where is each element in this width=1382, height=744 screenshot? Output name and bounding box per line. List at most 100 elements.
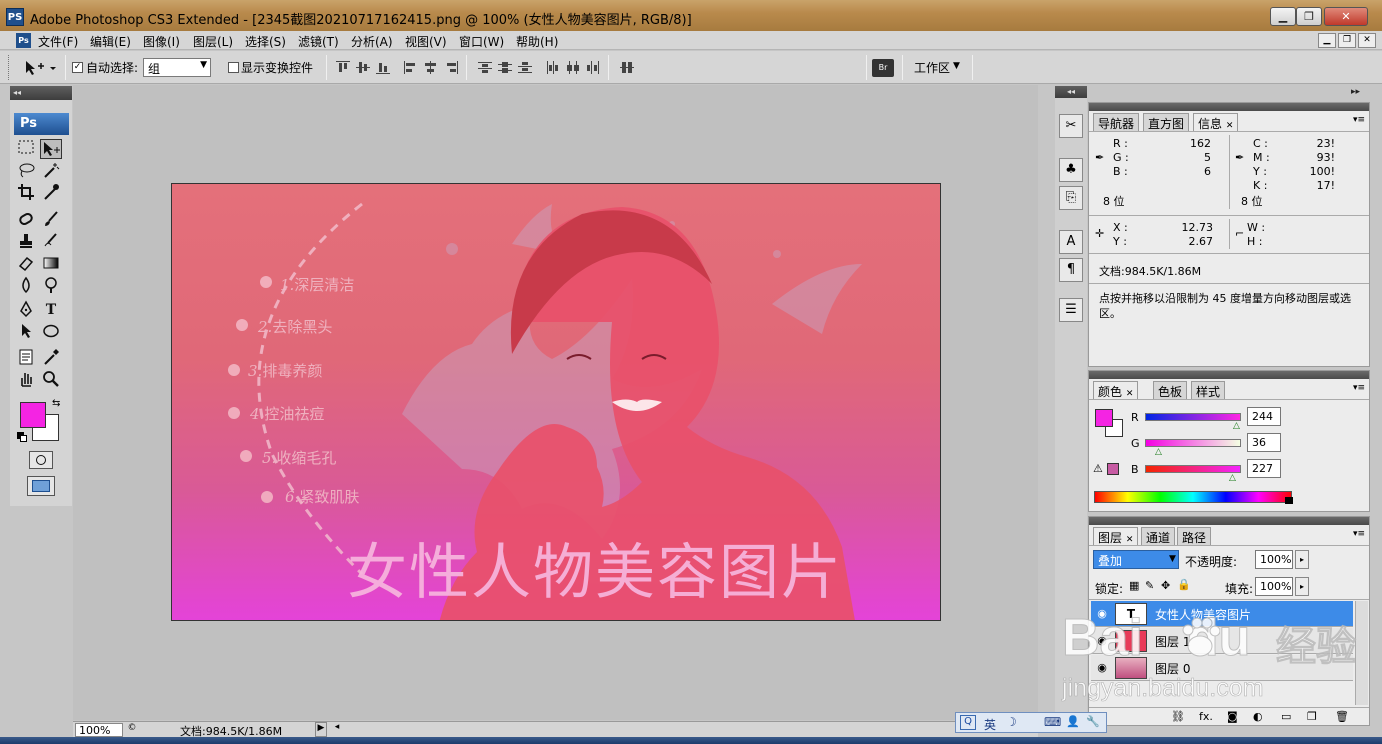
tab-channels[interactable]: 通道 — [1141, 527, 1176, 545]
photoshop-logo[interactable]: Ps — [14, 113, 69, 135]
color-g-input[interactable]: 36 — [1247, 433, 1281, 452]
color-b-slider[interactable] — [1145, 465, 1241, 473]
menu-analysis[interactable]: 分析(A) — [351, 33, 393, 50]
tab-swatches[interactable]: 色板 — [1153, 381, 1188, 399]
brushes-icon[interactable]: ♣ — [1059, 158, 1083, 182]
lock-position-icon[interactable]: ✥ — [1161, 579, 1170, 592]
panel-menu-icon[interactable]: ▾≡ — [1353, 383, 1365, 393]
windows-taskbar[interactable] — [0, 737, 1382, 744]
screen-mode-icon[interactable] — [27, 476, 55, 496]
lock-transparency-icon[interactable]: ▦ — [1129, 579, 1139, 592]
menu-filter[interactable]: 滤镜(T) — [298, 33, 339, 50]
color-b-input[interactable]: 227 — [1247, 459, 1281, 478]
slider-thumb-b[interactable]: △ — [1229, 473, 1236, 483]
ime-user-icon[interactable]: 👤 — [1066, 715, 1080, 728]
menu-image[interactable]: 图像(I) — [143, 33, 180, 50]
magic-wand-tool-icon[interactable] — [40, 161, 62, 181]
align-hcenter-icon[interactable] — [424, 61, 438, 74]
color-fg-swatch[interactable] — [1095, 409, 1113, 427]
paragraph-icon[interactable]: ¶ — [1059, 258, 1083, 282]
crop-tool-icon[interactable] — [15, 183, 37, 203]
panel-menu-icon[interactable]: ▾≡ — [1353, 529, 1365, 539]
align-right-icon[interactable] — [444, 61, 458, 74]
panel-collapse-icon[interactable]: ▸▸ — [1351, 87, 1360, 97]
menu-window[interactable]: 窗口(W) — [459, 33, 504, 50]
options-grip[interactable] — [8, 55, 12, 80]
fill-arrow-icon[interactable]: ▸ — [1295, 577, 1309, 596]
menu-file[interactable]: 文件(F) — [38, 33, 78, 50]
visibility-eye-icon[interactable]: ◉ — [1094, 660, 1110, 676]
auto-select-dropdown[interactable]: 组 ▼ — [143, 58, 211, 77]
add-mask-icon[interactable]: ◙ — [1227, 710, 1238, 723]
align-left-icon[interactable] — [404, 61, 418, 74]
layer-row[interactable]: ◉ 图层 1 — [1091, 628, 1353, 654]
menu-edit[interactable]: 编辑(E) — [90, 33, 131, 50]
blur-tool-icon[interactable] — [15, 276, 37, 296]
doc-minimize-button[interactable]: ▁ — [1318, 33, 1336, 48]
opacity-arrow-icon[interactable]: ▸ — [1295, 550, 1309, 569]
zoom-field[interactable]: 100% — [75, 723, 123, 737]
link-layers-icon[interactable]: ⛓ — [1171, 710, 1185, 723]
menu-help[interactable]: 帮助(H) — [516, 33, 558, 50]
default-colors-icon[interactable] — [17, 432, 27, 442]
blend-mode-dropdown[interactable]: 叠加 — [1093, 550, 1179, 569]
dodge-tool-icon[interactable] — [40, 276, 62, 296]
quick-mask-icon[interactable] — [29, 451, 53, 469]
tools-panel-header[interactable]: ◂◂ — [10, 86, 72, 100]
eyedropper-icon[interactable]: ✒ — [1235, 151, 1244, 164]
new-group-icon[interactable]: ▭ — [1281, 710, 1291, 723]
eraser-tool-icon[interactable] — [15, 254, 37, 274]
distribute-vcenter-icon[interactable] — [498, 61, 512, 74]
tab-color[interactable]: 颜色 ✕ — [1093, 381, 1139, 399]
restore-button[interactable]: ❐ — [1296, 7, 1322, 26]
close-button[interactable]: ✕ — [1324, 7, 1368, 26]
distribute-left-icon[interactable] — [546, 61, 560, 74]
ime-settings-icon[interactable]: 🔧 — [1086, 715, 1100, 728]
tab-layers[interactable]: 图层 ✕ — [1093, 527, 1139, 545]
chevron-down-icon[interactable]: ▼ — [1169, 554, 1176, 564]
lasso-tool-icon[interactable] — [15, 161, 37, 181]
clone-source-icon[interactable]: ⎘ — [1059, 186, 1083, 210]
color-ramp-black[interactable] — [1285, 497, 1293, 504]
layer-name[interactable]: 图层 1 — [1155, 633, 1190, 650]
ime-logo-icon[interactable]: Q — [960, 715, 976, 730]
align-vcenter-icon[interactable] — [356, 61, 370, 74]
auto-align-layers-icon[interactable] — [620, 61, 634, 74]
clone-stamp-tool-icon[interactable] — [15, 232, 37, 252]
foreground-color-swatch[interactable] — [20, 402, 46, 428]
document-canvas[interactable]: 1.深层清洁 2.去除黑头 3.排毒养颜 4.控油祛痘 5.收缩毛孔 6.紧致肌… — [171, 183, 941, 621]
doc-restore-button[interactable]: ❐ — [1338, 33, 1356, 48]
tab-styles[interactable]: 样式 — [1191, 381, 1226, 399]
notes-tool-icon[interactable] — [15, 348, 37, 368]
gamut-warning-swatch[interactable] — [1107, 463, 1119, 475]
tab-info[interactable]: 信息 ✕ — [1193, 113, 1239, 131]
distribute-hcenter-icon[interactable] — [566, 61, 580, 74]
eyedropper-slice-tool-icon[interactable] — [40, 183, 62, 203]
distribute-right-icon[interactable] — [586, 61, 600, 74]
move-tool-icon[interactable] — [40, 139, 62, 159]
zoom-tool-icon[interactable] — [40, 370, 62, 390]
hscroll-left-icon[interactable]: ◂ — [331, 722, 343, 737]
status-menu-arrow[interactable]: ▶ — [315, 722, 327, 737]
move-tool-preset-icon[interactable] — [22, 58, 62, 78]
distribute-top-icon[interactable] — [478, 61, 492, 74]
eyedropper-icon[interactable]: ✒ — [1095, 151, 1104, 164]
opacity-input[interactable]: 100% — [1255, 550, 1293, 569]
auto-select-checkbox[interactable]: ✓ — [72, 62, 83, 73]
layer-name[interactable]: 女性人物美容图片 — [1155, 606, 1251, 623]
align-bottom-icon[interactable] — [376, 61, 390, 74]
tab-histogram[interactable]: 直方图 — [1143, 113, 1190, 131]
visibility-eye-icon[interactable]: ◉ — [1094, 606, 1110, 622]
ime-language-toggle[interactable]: 英 — [984, 716, 996, 733]
bridge-icon[interactable]: Br — [872, 59, 894, 77]
marquee-tool-icon[interactable] — [15, 139, 37, 159]
menu-view[interactable]: 视图(V) — [405, 33, 447, 50]
distribute-bottom-icon[interactable] — [518, 61, 532, 74]
doc-close-button[interactable]: ✕ — [1358, 33, 1376, 48]
type-tool-icon[interactable]: T — [40, 300, 62, 320]
workspace-button[interactable]: 工作区 — [914, 59, 950, 76]
layers-scrollbar[interactable] — [1355, 601, 1368, 705]
layer-comps-icon[interactable]: ☰ — [1059, 298, 1083, 322]
eyedropper-tool-icon[interactable] — [40, 348, 62, 368]
tab-paths[interactable]: 路径 — [1177, 527, 1212, 545]
